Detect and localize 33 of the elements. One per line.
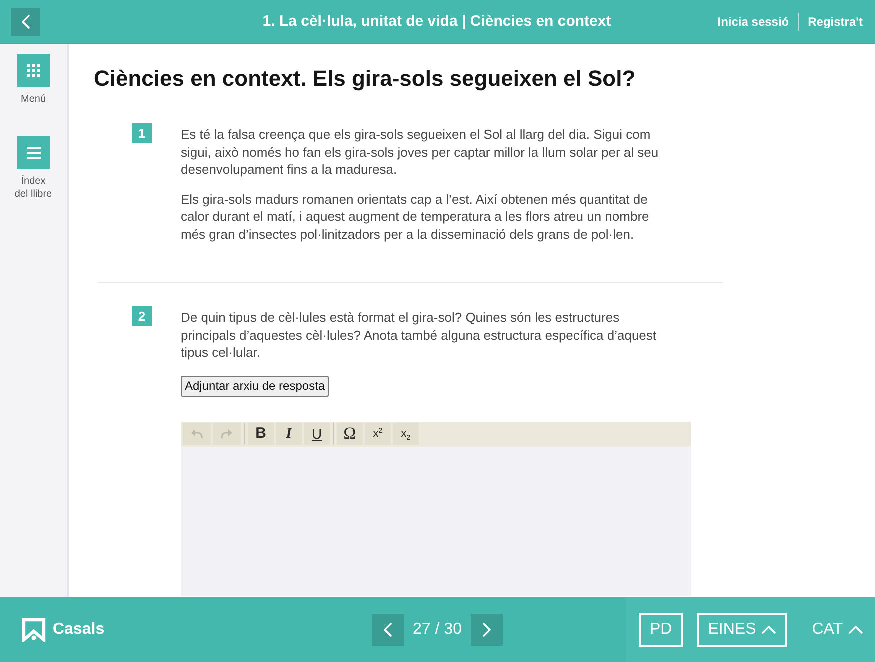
chevron-left-icon bbox=[384, 622, 392, 636]
caret-up-icon bbox=[849, 626, 864, 634]
subscript-button[interactable]: x$_{2}$ bbox=[393, 423, 419, 445]
page-header-title: 1. La cèl·lula, unitat de vida | Ciències en context bbox=[262, 13, 612, 30]
special-character-button[interactable]: Ω bbox=[337, 423, 363, 445]
chevron-left-icon bbox=[22, 14, 30, 28]
grid-icon bbox=[27, 64, 40, 77]
menu-button[interactable] bbox=[17, 54, 50, 87]
page-title: Ciències en context. Els gira-sols segueixen el Sol? bbox=[94, 65, 637, 93]
brand-name: Casals bbox=[53, 620, 105, 638]
superscript-button[interactable]: x$^{2}$ bbox=[365, 423, 391, 445]
sidebar-label: Menú bbox=[20, 93, 47, 106]
page-indicator: 27 / 30 bbox=[413, 620, 462, 638]
undo-icon bbox=[191, 429, 203, 439]
question-number: 1 bbox=[132, 123, 152, 143]
logo-icon bbox=[22, 618, 46, 642]
index-button[interactable] bbox=[17, 136, 50, 169]
back-button[interactable] bbox=[11, 8, 40, 36]
question-text: Els gira-sols madurs romanen orientats cap a l’est. Així obtenen més quantitat de calor durant el matí, i aquest augment de temperatura a les flors atreu un nombre més gran d’insectes pol·linitzadors per a la disseminació dels grans de pol·len. bbox=[181, 190, 650, 243]
chevron-right-icon bbox=[482, 622, 491, 636]
question-text: Es té la falsa creença que els gira-sols segueixen el Sol al llarg del dia. Sigui com sigui, això només ho fan els gira-sols joves per captar millor la llum solar per al seu desenvolupament fins a la maduresa. bbox=[181, 126, 660, 178]
previous-page-button[interactable] bbox=[372, 614, 404, 646]
bold-button[interactable]: B bbox=[248, 423, 274, 445]
caret-up-icon bbox=[762, 626, 776, 634]
menu-icon bbox=[26, 146, 40, 158]
redo-icon bbox=[221, 429, 233, 439]
next-page-button[interactable] bbox=[470, 614, 503, 646]
sidebar-label: Índex del llibre bbox=[14, 175, 53, 201]
underline-button[interactable]: U bbox=[304, 423, 330, 445]
question-number: 2 bbox=[132, 306, 152, 326]
attach-file-button[interactable]: Adjuntar arxiu de resposta bbox=[181, 376, 330, 396]
question-text: De quin tipus de cèl·lules està format el gira-sol? Quines són les estructures principals d’aquestes cèl·lules? Anota també alguna estructura específica d’aquest tipus cel·lular. bbox=[181, 309, 658, 362]
italic-button[interactable]: I bbox=[276, 423, 302, 445]
